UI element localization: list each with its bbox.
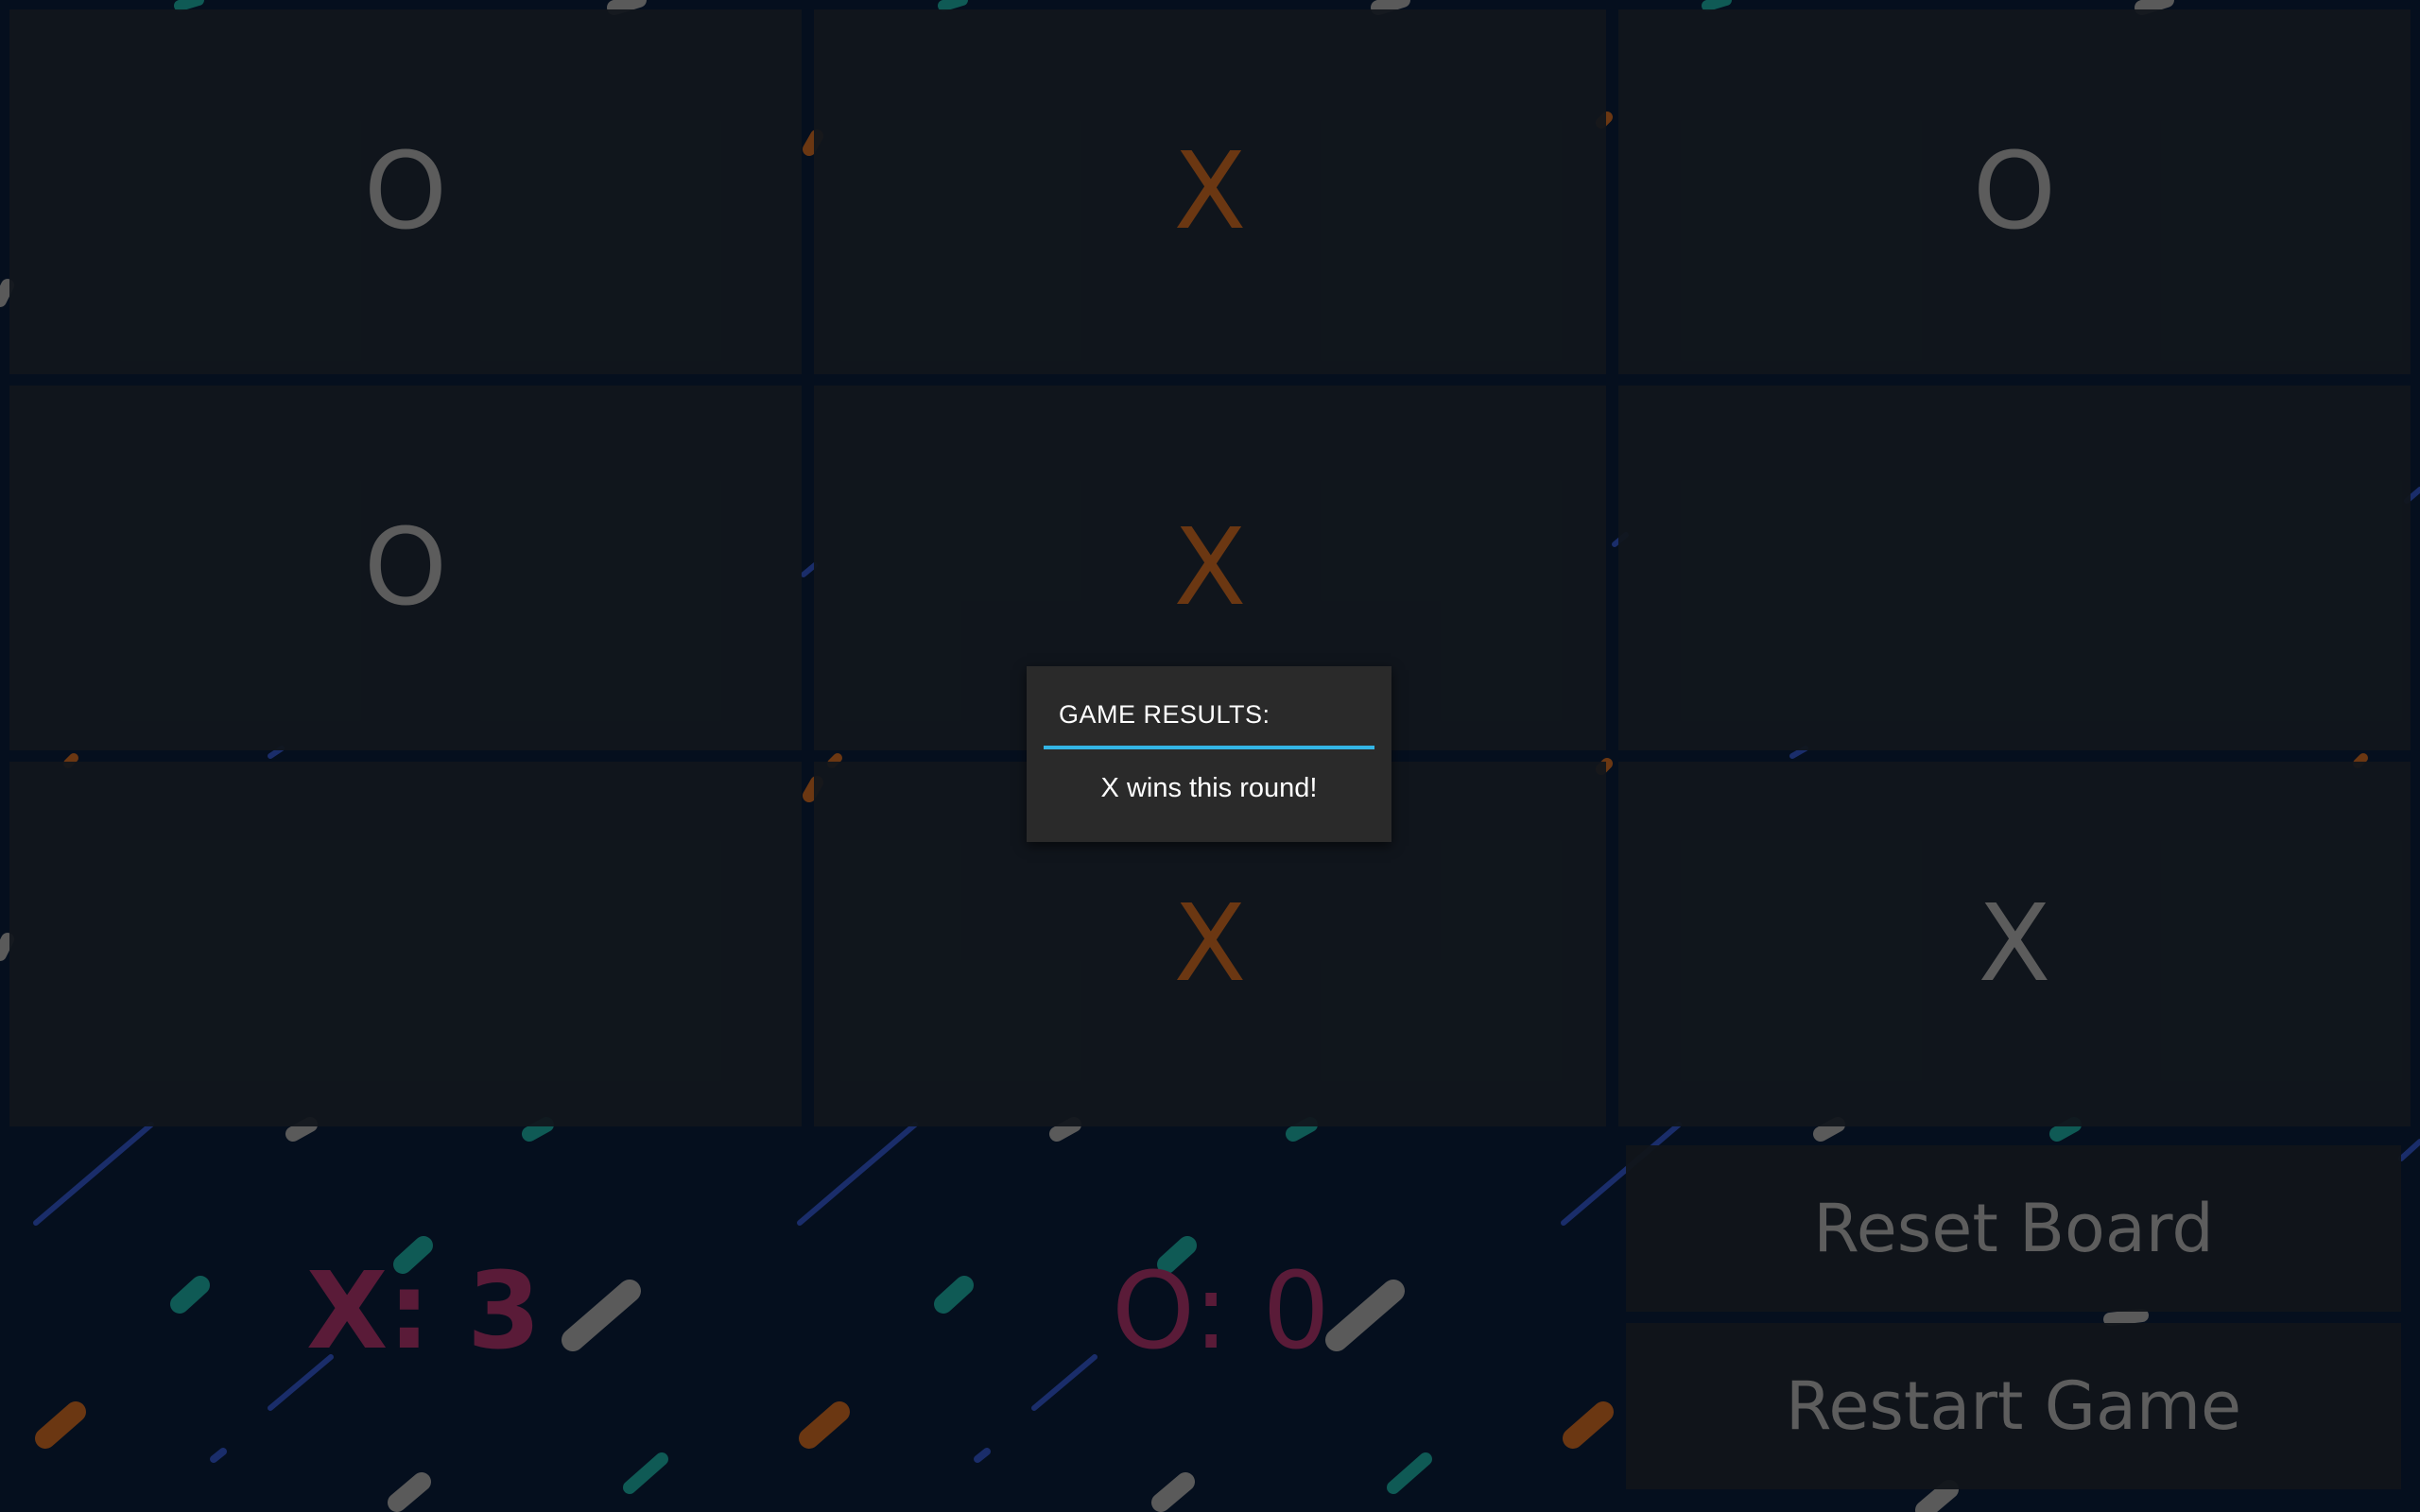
board-cell-6[interactable] <box>1618 386 2411 750</box>
board-cell-7[interactable] <box>9 762 802 1126</box>
game-results-dialog[interactable]: GAME RESULTS: X wins this round! <box>1027 666 1392 842</box>
board-cell-4[interactable]: O <box>9 386 802 750</box>
cell-mark: X <box>1173 883 1247 1005</box>
board-cell-9[interactable]: X <box>1618 762 2411 1126</box>
board-cell-3[interactable]: O <box>1618 9 2411 374</box>
restart-game-button[interactable]: Restart Game <box>1626 1323 2401 1489</box>
game-board: O X O O X X X <box>9 9 2411 1126</box>
score-x: X: 3 <box>306 1250 542 1373</box>
cell-mark: X <box>1173 507 1247 629</box>
dialog-title: GAME RESULTS: <box>1059 700 1270 729</box>
cell-mark: O <box>1972 130 2057 253</box>
cell-mark: O <box>363 130 448 253</box>
cell-mark: X <box>1978 883 2051 1005</box>
dialog-divider <box>1044 746 1374 749</box>
reset-board-button[interactable]: Reset Board <box>1626 1145 2401 1312</box>
cell-mark: X <box>1173 130 1247 253</box>
score-o: O: 0 <box>1112 1250 1330 1373</box>
board-cell-1[interactable]: O <box>9 9 802 374</box>
board-cell-2[interactable]: X <box>814 9 1606 374</box>
game-screen: O X O O X X X X: 3 O: 0 Reset Board Rest… <box>0 0 2420 1512</box>
cell-mark: O <box>363 507 448 629</box>
dialog-message: X wins this round! <box>1100 773 1318 803</box>
